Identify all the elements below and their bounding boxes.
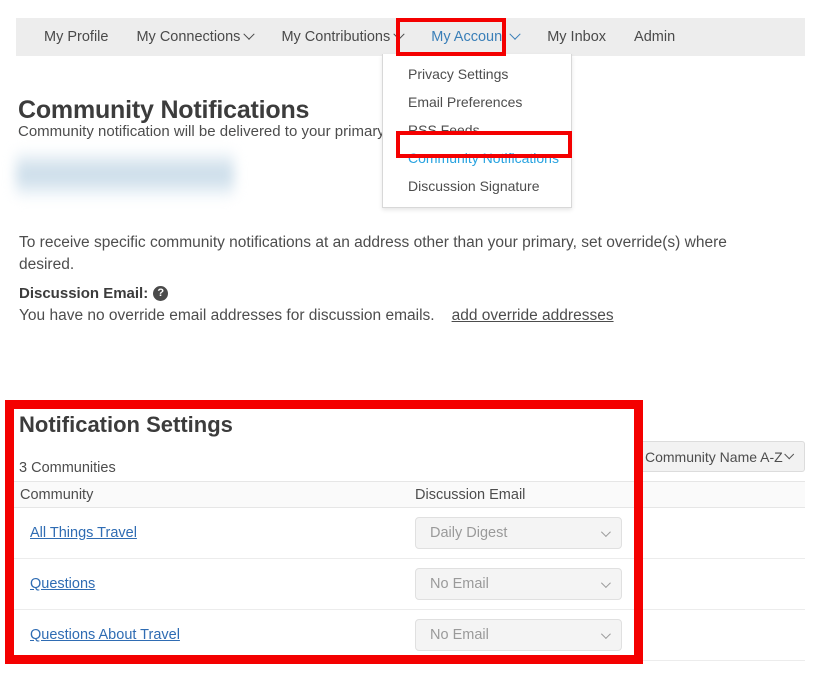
chevron-down-icon bbox=[783, 449, 794, 460]
chevron-down-icon bbox=[509, 28, 521, 40]
notification-settings-table: Community Discussion Email All Things Tr… bbox=[12, 481, 805, 661]
page-root: My Profile My Connections My Contributio… bbox=[0, 0, 817, 675]
menu-item-label: Community Notifications bbox=[408, 150, 559, 166]
nav-label: My Profile bbox=[44, 29, 109, 45]
nav-item-my-inbox[interactable]: My Inbox bbox=[533, 18, 620, 56]
chevron-down-icon bbox=[600, 628, 611, 639]
community-count: 3 Communities bbox=[19, 460, 116, 476]
menu-item-privacy-settings[interactable]: Privacy Settings bbox=[383, 60, 571, 88]
notification-settings-title: Notification Settings bbox=[19, 412, 233, 437]
menu-item-label: Privacy Settings bbox=[408, 66, 509, 82]
column-header-label: Community bbox=[20, 486, 94, 503]
menu-item-label: Email Preferences bbox=[408, 94, 523, 110]
column-header-label: Discussion Email bbox=[415, 486, 526, 503]
add-override-addresses-link[interactable]: add override addresses bbox=[452, 307, 614, 325]
nav-label: My Account bbox=[431, 29, 507, 45]
help-icon[interactable]: ? bbox=[153, 286, 169, 301]
override-status-line: You have no override email addresses for… bbox=[19, 307, 614, 325]
row-community-cell: All Things Travel bbox=[12, 524, 415, 542]
community-link[interactable]: Questions bbox=[30, 576, 95, 592]
chevron-down-icon bbox=[600, 526, 611, 537]
nav-item-my-contributions[interactable]: My Contributions bbox=[267, 18, 417, 56]
chevron-down-icon bbox=[393, 28, 405, 40]
nav-label: My Contributions bbox=[281, 29, 391, 45]
row-discussion-email-cell: No Email bbox=[415, 619, 805, 651]
menu-item-discussion-signature[interactable]: Discussion Signature bbox=[383, 172, 571, 200]
nav-label: My Connections bbox=[136, 29, 241, 45]
row-community-cell: Questions bbox=[12, 575, 415, 593]
row-discussion-email-cell: Daily Digest bbox=[415, 517, 805, 549]
column-header-discussion-email: Discussion Email bbox=[415, 486, 805, 504]
row-discussion-email-cell: No Email bbox=[415, 568, 805, 600]
sort-selected-value: Community Name A-Z bbox=[645, 448, 783, 465]
nav-item-my-connections[interactable]: My Connections bbox=[122, 18, 267, 56]
discussion-email-select[interactable]: No Email bbox=[415, 568, 622, 600]
community-link[interactable]: Questions About Travel bbox=[30, 627, 180, 643]
community-link[interactable]: All Things Travel bbox=[30, 525, 137, 541]
nav-label: Admin bbox=[634, 29, 676, 45]
nav-item-admin[interactable]: Admin bbox=[620, 18, 689, 56]
override-status-text: You have no override email addresses for… bbox=[19, 307, 435, 324]
select-value: No Email bbox=[430, 576, 489, 592]
table-row: Questions No Email bbox=[12, 559, 805, 610]
row-community-cell: Questions About Travel bbox=[12, 626, 415, 644]
my-account-dropdown-menu: Privacy Settings Email Preferences RSS F… bbox=[382, 54, 572, 208]
main-navigation: My Profile My Connections My Contributio… bbox=[16, 18, 805, 56]
menu-item-label: RSS Feeds bbox=[408, 122, 480, 138]
sort-dropdown[interactable]: Community Name A-Z bbox=[635, 441, 805, 472]
discussion-email-select[interactable]: No Email bbox=[415, 619, 622, 651]
select-value: No Email bbox=[430, 627, 489, 643]
menu-item-community-notifications[interactable]: Community Notifications bbox=[383, 144, 571, 172]
page-title: Community Notifications bbox=[18, 96, 310, 124]
select-value: Daily Digest bbox=[430, 525, 508, 541]
page-subtitle: Community notification will be delivered… bbox=[18, 123, 383, 140]
discussion-email-text: Discussion Email: bbox=[19, 285, 149, 302]
table-header-row: Community Discussion Email bbox=[12, 481, 805, 508]
chevron-down-icon bbox=[243, 28, 256, 40]
menu-item-rss-feeds[interactable]: RSS Feeds bbox=[383, 116, 571, 144]
override-instructions: To receive specific community notificati… bbox=[19, 234, 727, 273]
table-row: All Things Travel Daily Digest bbox=[12, 508, 805, 559]
column-header-community: Community bbox=[12, 486, 415, 504]
discussion-email-label: Discussion Email: ? bbox=[19, 285, 169, 302]
discussion-email-select[interactable]: Daily Digest bbox=[415, 517, 622, 549]
chevron-down-icon bbox=[600, 577, 611, 588]
nav-label: My Inbox bbox=[547, 29, 607, 45]
menu-item-email-preferences[interactable]: Email Preferences bbox=[383, 88, 571, 116]
nav-item-my-account[interactable]: My Account bbox=[417, 18, 533, 56]
nav-item-my-profile[interactable]: My Profile bbox=[30, 18, 122, 56]
menu-item-label: Discussion Signature bbox=[408, 178, 540, 194]
redacted-email-address bbox=[16, 150, 234, 198]
table-row: Questions About Travel No Email bbox=[12, 610, 805, 661]
